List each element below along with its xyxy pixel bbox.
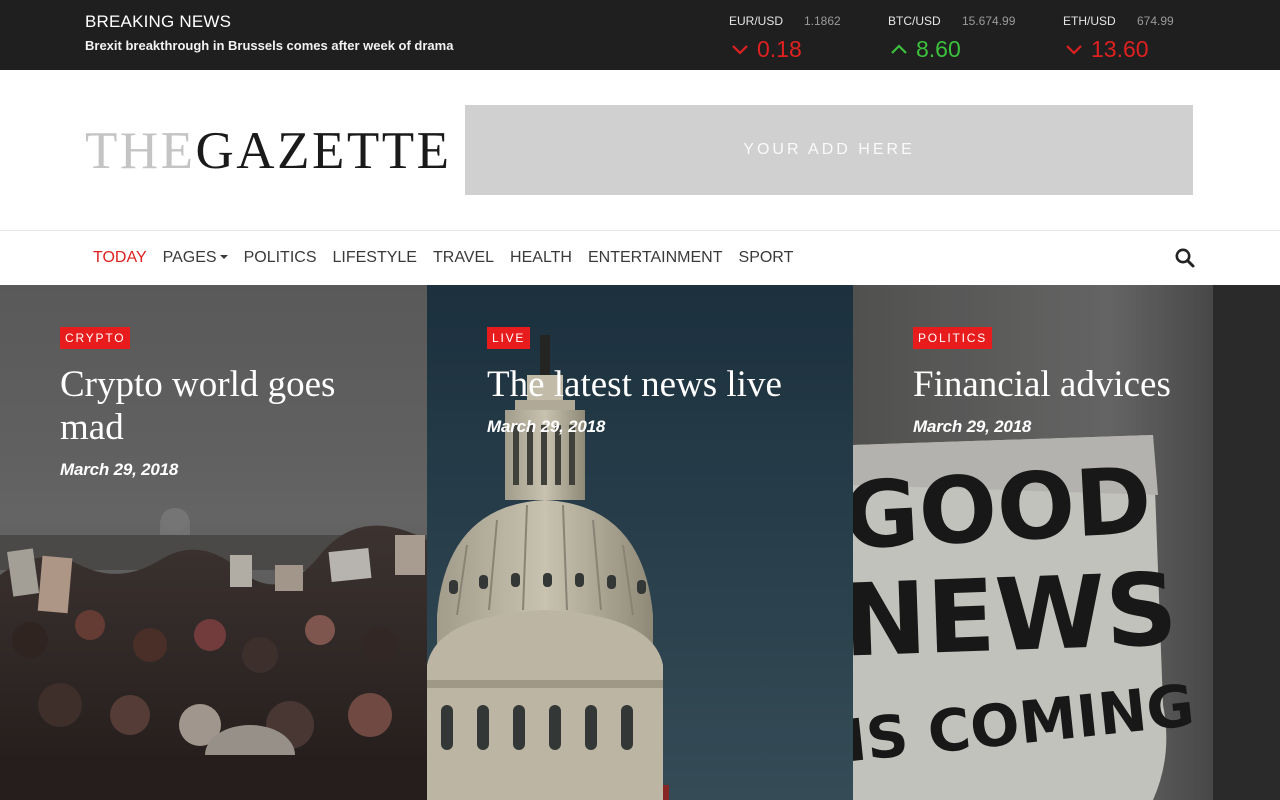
article-title[interactable]: Crypto world goes mad: [60, 363, 380, 449]
ticker-pair: BTC/USD: [888, 14, 941, 28]
nav-item-sport[interactable]: SPORT: [739, 249, 794, 267]
arrow-up-icon: [890, 42, 908, 56]
nav-item-today[interactable]: TODAY: [93, 249, 147, 267]
ticker-divider: [1037, 10, 1038, 61]
main-nav: TODAY PAGES POLITICS LIFESTYLE TRAVEL HE…: [0, 230, 1280, 285]
nav-item-politics[interactable]: POLITICS: [244, 249, 317, 267]
ticker-change-value: 0.18: [757, 35, 802, 62]
article-date: March 29, 2018: [913, 417, 1032, 436]
ticker-change-value: 8.60: [916, 35, 961, 62]
logo-prefix: THE: [85, 122, 196, 180]
article-title[interactable]: Financial advices: [913, 363, 1273, 406]
arrow-down-icon: [1065, 42, 1083, 56]
site-header: THEGAZETTE YOUR ADD HERE: [0, 70, 1280, 230]
arrow-down-icon: [731, 42, 749, 56]
site-logo[interactable]: THEGAZETTE: [85, 123, 451, 179]
article-date: March 29, 2018: [60, 460, 179, 479]
featured-articles: CRYPTO Crypto world goes mad March 29, 2…: [0, 285, 1280, 800]
article-card-live[interactable]: LIVE The latest news live March 29, 2018: [427, 285, 853, 800]
nav-item-health[interactable]: HEALTH: [510, 249, 572, 267]
breaking-news: BREAKING NEWS Brexit breakthrough in Bru…: [85, 12, 453, 54]
category-tag[interactable]: POLITICS: [913, 327, 993, 349]
ticker-pair: ETH/USD: [1063, 14, 1116, 28]
article-card-politics[interactable]: GOOD NEWS IS COMING POLITICS Financial a…: [853, 285, 1280, 800]
ad-banner-text: YOUR ADD HERE: [743, 141, 915, 158]
ticker-eth-usd: ETH/USD 674.99 13.60: [1063, 10, 1193, 62]
nav-item-entertainment[interactable]: ENTERTAINMENT: [588, 249, 723, 267]
ticker-change: 13.60: [1065, 34, 1149, 62]
nav-item-pages[interactable]: PAGES: [163, 249, 228, 267]
ticker-price: 1.1862: [804, 14, 841, 28]
ticker-price: 15.674.99: [962, 14, 1016, 28]
nav-item-lifestyle[interactable]: LIFESTYLE: [333, 249, 417, 267]
nav-item-label: PAGES: [162, 249, 217, 266]
logo-name: GAZETTE: [195, 122, 452, 180]
ticker-price: 674.99: [1137, 14, 1174, 28]
ad-banner[interactable]: YOUR ADD HERE: [465, 105, 1193, 195]
nav-item-travel[interactable]: TRAVEL: [433, 249, 494, 267]
ticker-change-value: 13.60: [1091, 35, 1149, 62]
article-title[interactable]: The latest news live: [487, 363, 847, 406]
breaking-news-title: BREAKING NEWS: [85, 12, 232, 31]
article-date: March 29, 2018: [487, 417, 606, 436]
top-bar: BREAKING NEWS Brexit breakthrough in Bru…: [0, 0, 1280, 70]
ticker-pair: EUR/USD: [729, 14, 784, 28]
category-tag[interactable]: LIVE: [487, 327, 531, 349]
category-tag[interactable]: CRYPTO: [60, 327, 131, 349]
ticker-divider: [862, 10, 863, 61]
ticker-btc-usd: BTC/USD 15.674.99 8.60: [888, 10, 1028, 62]
ticker-change: 0.18: [731, 34, 802, 62]
caret-down-icon: [219, 254, 228, 259]
search-icon[interactable]: [1174, 247, 1196, 269]
ticker-change: 8.60: [890, 34, 961, 62]
article-card-crypto[interactable]: CRYPTO Crypto world goes mad March 29, 2…: [0, 285, 427, 800]
nav-menu: TODAY PAGES POLITICS LIFESTYLE TRAVEL HE…: [93, 231, 809, 285]
breaking-news-headline[interactable]: Brexit breakthrough in Brussels comes af…: [85, 37, 453, 54]
ticker-eur-usd: EUR/USD 1.1862 0.18: [729, 10, 869, 62]
